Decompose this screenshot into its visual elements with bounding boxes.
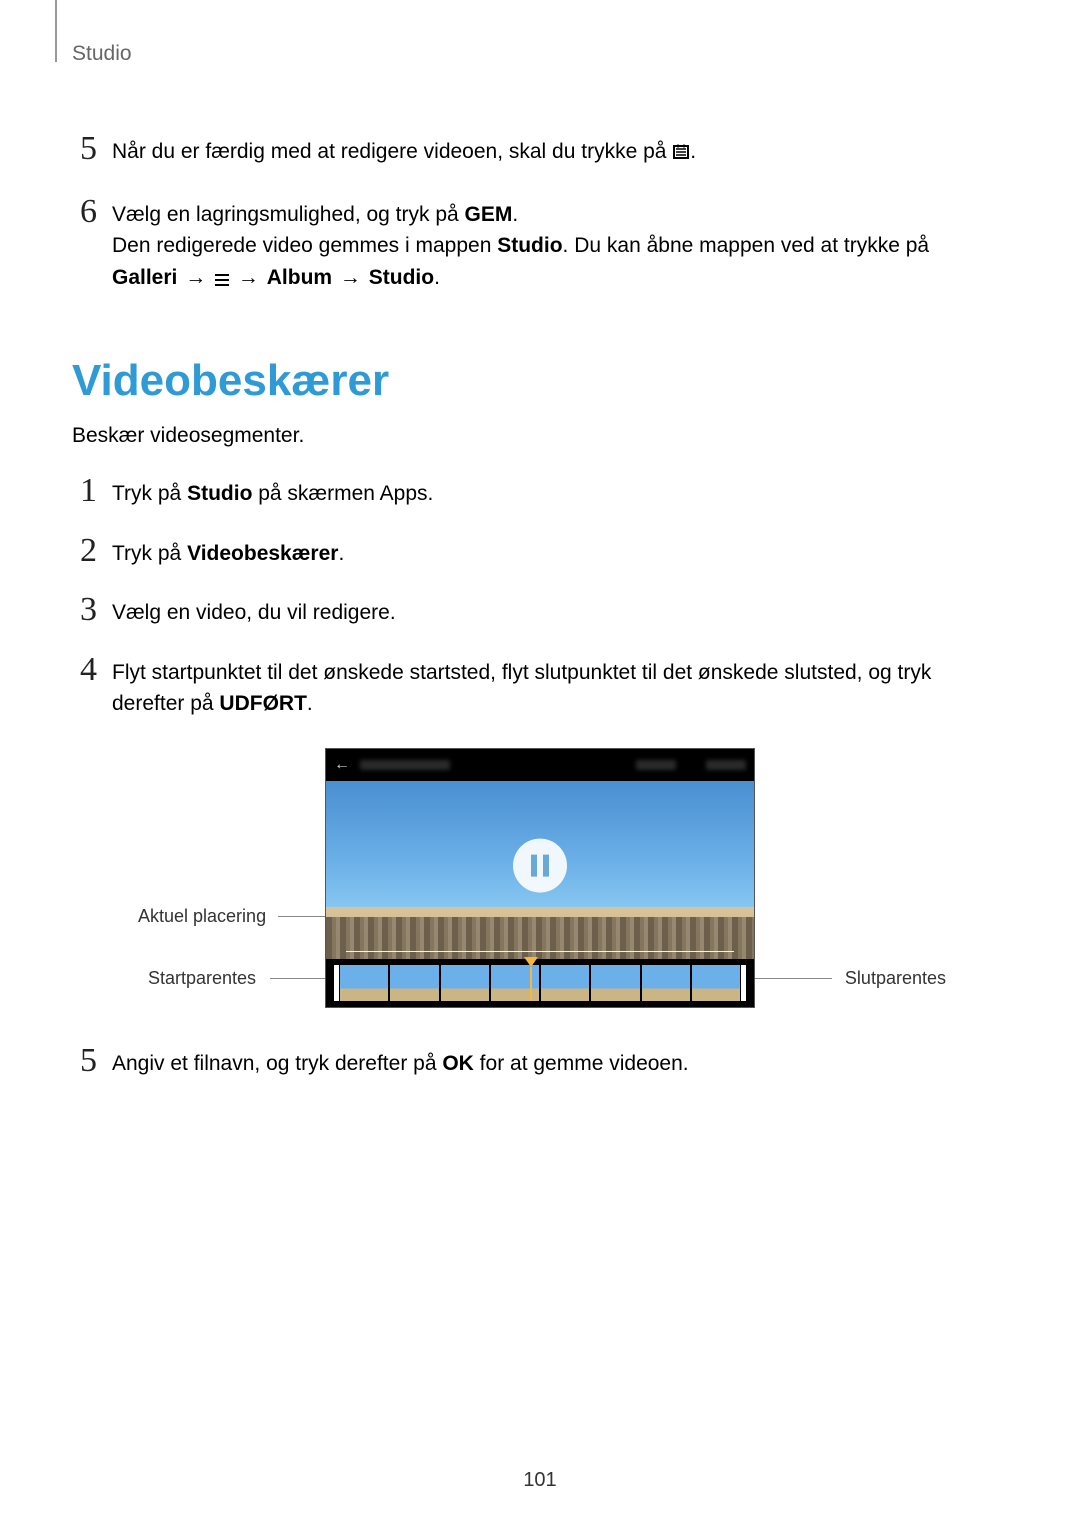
step-number: 6 <box>80 195 112 229</box>
figure: Aktuel placering Startparentes Slutparen… <box>80 748 1000 1008</box>
pause-button <box>513 838 567 892</box>
menu-icon <box>214 265 230 297</box>
thumbnail-row <box>326 959 754 1007</box>
thumbnail <box>340 965 388 1001</box>
text: . <box>434 266 440 289</box>
step-5: 5 Angiv et filnavn, og tryk derefter på … <box>80 1048 1000 1080</box>
screenshot-topbar: ← <box>326 749 754 781</box>
thumbnail <box>642 965 690 1001</box>
step-number: 1 <box>80 474 112 508</box>
callout-line <box>752 978 832 979</box>
step-number: 4 <box>80 653 112 687</box>
step-6-top: 6 Vælg en lagringsmulighed, og tryk på G… <box>80 199 1000 297</box>
text-bold: Studio <box>497 234 562 257</box>
text: for at gemme videoen. <box>474 1052 689 1075</box>
text: . <box>512 203 518 226</box>
video-trimmer-screenshot: ← <box>325 748 755 1008</box>
step-1: 1 Tryk på Studio på skærmen Apps. <box>80 478 1000 510</box>
step-text: Når du er færdig med at redigere videoen… <box>112 136 1000 171</box>
thumbnail <box>541 965 589 1001</box>
callout-start: Startparentes <box>148 968 256 989</box>
text-bold: Galleri <box>112 266 177 289</box>
text: Den redigerede video gemmes i mappen <box>112 234 497 257</box>
export-icon <box>672 139 690 171</box>
arrow-icon: → <box>185 262 206 294</box>
step-number: 3 <box>80 593 112 627</box>
section-intro: Beskær videosegmenter. <box>72 424 1000 448</box>
step-number: 5 <box>80 132 112 166</box>
step-text: Flyt startpunktet til det ønskede starts… <box>112 657 1000 720</box>
text: Vælg en lagringsmulighed, og tryk på <box>112 203 465 226</box>
header-section-title: Studio <box>72 42 1000 66</box>
text: Angiv et filnavn, og tryk derefter på <box>112 1052 442 1075</box>
page-number: 101 <box>0 1469 1080 1492</box>
step-5-top: 5 Når du er færdig med at redigere video… <box>80 136 1000 171</box>
step-text: Vælg en video, du vil redigere. <box>112 597 1000 629</box>
text-bold: Studio <box>187 482 252 505</box>
thumbnail <box>591 965 639 1001</box>
step-3: 3 Vælg en video, du vil redigere. <box>80 597 1000 629</box>
blurred-title <box>360 760 450 770</box>
playhead-line <box>530 967 532 1001</box>
text: Når du er færdig med at redigere videoen… <box>112 140 672 163</box>
beach-scene <box>326 917 754 961</box>
step-number: 5 <box>80 1044 112 1078</box>
thumbnail <box>692 965 740 1001</box>
text: Vælg en video, du vil redigere. <box>112 601 396 624</box>
step-2: 2 Tryk på Videobeskærer. <box>80 538 1000 570</box>
text: Tryk på <box>112 482 187 505</box>
back-icon: ← <box>334 756 350 774</box>
callout-end: Slutparentes <box>845 968 946 989</box>
text-bold: GEM <box>465 203 513 226</box>
step-text: Tryk på Studio på skærmen Apps. <box>112 478 1000 510</box>
text-bold: Studio <box>369 266 434 289</box>
text-bold: Videobeskærer <box>187 542 338 565</box>
text: . <box>307 692 313 715</box>
blurred-action <box>636 760 676 770</box>
section-heading: Videobeskærer <box>72 356 1000 406</box>
text-bold: UDFØRT <box>219 692 307 715</box>
text: . <box>690 140 696 163</box>
pause-icon <box>531 854 549 876</box>
text: på skærmen Apps. <box>252 482 433 505</box>
thumbnail <box>390 965 438 1001</box>
step-number: 2 <box>80 534 112 568</box>
text: . Du kan åbne mappen ved at trykke på <box>563 234 930 257</box>
text: . <box>338 542 344 565</box>
callout-current: Aktuel placering <box>138 906 266 927</box>
playhead-icon <box>524 957 538 967</box>
step-4: 4 Flyt startpunktet til det ønskede star… <box>80 657 1000 720</box>
thumbnail <box>441 965 489 1001</box>
trim-brackets <box>334 965 746 1001</box>
blurred-action <box>706 760 746 770</box>
text-bold: Album <box>267 266 332 289</box>
timeline-indicator <box>346 951 734 952</box>
text: Tryk på <box>112 542 187 565</box>
header-rule <box>55 0 57 62</box>
video-preview <box>326 781 754 961</box>
text-bold: OK <box>442 1052 474 1075</box>
step-text: Angiv et filnavn, og tryk derefter på OK… <box>112 1048 1000 1080</box>
arrow-icon: → <box>340 262 361 294</box>
step-text: Tryk på Videobeskærer. <box>112 538 1000 570</box>
arrow-icon: → <box>238 262 259 294</box>
step-text: Vælg en lagringsmulighed, og tryk på GEM… <box>112 199 1000 297</box>
